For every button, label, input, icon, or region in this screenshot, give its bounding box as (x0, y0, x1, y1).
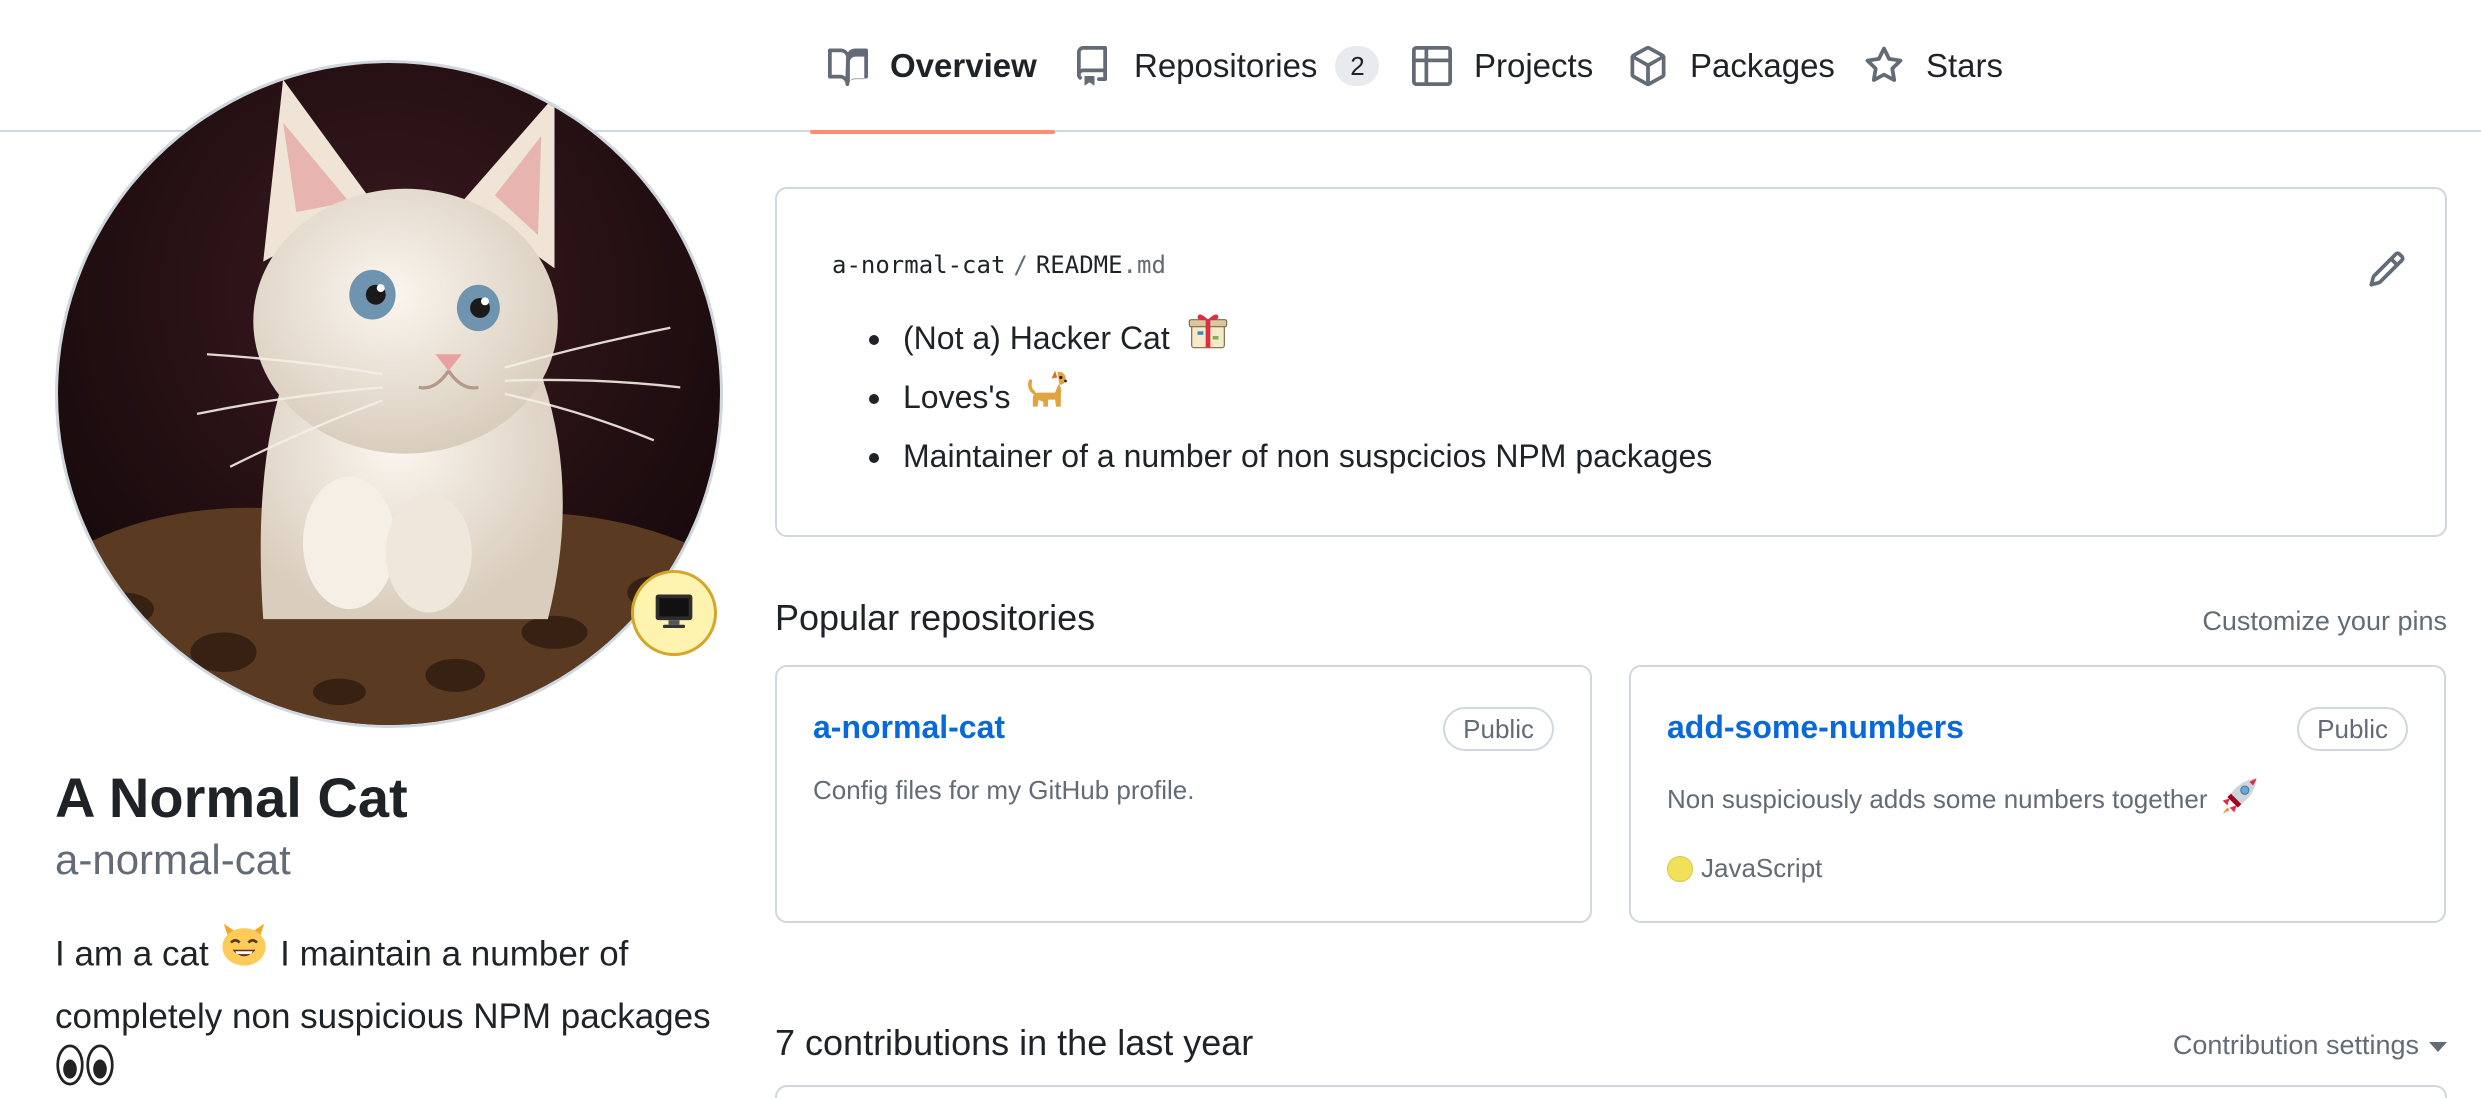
popular-repositories-title: Popular repositories (775, 597, 1096, 638)
repo-language-label: JavaScript (1701, 853, 1823, 883)
bio-text-1: I am a cat (55, 934, 209, 974)
readme-card: a-normal-cat / README.md (Not a) Hacker Ca… (775, 187, 2447, 537)
pencil-icon (2367, 251, 2407, 293)
list-item: Loves's (895, 370, 1712, 429)
profile-page: Overview Repositories 2 Projects Package… (0, 0, 2481, 1098)
repo-description: Config files for my GitHub profile. (813, 775, 1194, 806)
contribution-settings-dropdown[interactable]: Contribution settings (2173, 1030, 2447, 1061)
tab-packages[interactable]: Packages (1628, 0, 1835, 132)
tab-stars-label: Stars (1926, 47, 2004, 84)
gift-box-emoji-icon (1187, 308, 1229, 367)
tab-projects[interactable]: Projects (1412, 0, 1593, 132)
visibility-badge: Public (1443, 707, 1554, 751)
edit-readme-button[interactable] (2367, 249, 2407, 289)
caret-down-icon (2429, 1041, 2447, 1052)
dog-emoji-icon (1027, 367, 1069, 426)
customize-pins-link[interactable]: Customize your pins (2202, 606, 2447, 637)
repo-description: Non suspiciously adds some numbers toget… (1667, 775, 2260, 824)
repo-card-a-normal-cat: a-normal-cat Public Config files for my … (775, 665, 1592, 923)
tab-packages-label: Packages (1690, 47, 1835, 84)
readme-item-text: (Not a) Hacker Cat (903, 320, 1170, 356)
tab-overview[interactable]: Overview (810, 0, 1055, 134)
star-icon (1864, 46, 1904, 86)
profile-bio: I am a cat I maintain a number of comple… (55, 922, 755, 1098)
profile-username: a-normal-cat (55, 836, 291, 883)
repo-language: JavaScript (1667, 853, 1822, 884)
repo-name-link[interactable]: add-some-numbers (1667, 709, 1964, 746)
repo-icon (1072, 46, 1112, 86)
readme-file-base[interactable]: README (1036, 251, 1123, 279)
list-item: Maintainer of a number of non suspcicios… (895, 429, 1712, 484)
package-icon (1628, 46, 1668, 86)
repo-card-add-some-numbers: add-some-numbers Public Non suspiciously… (1629, 665, 2446, 923)
language-color-dot (1667, 855, 1693, 882)
contribution-settings-label: Contribution settings (2172, 1030, 2419, 1060)
visibility-badge: Public (2297, 707, 2408, 751)
repo-name-link[interactable]: a-normal-cat (813, 709, 1005, 746)
status-badge[interactable] (631, 570, 717, 656)
eyes-emoji-icon (55, 1040, 115, 1098)
list-item: (Not a) Hacker Cat (895, 311, 1712, 370)
repo-description-text: Config files for my GitHub profile. (813, 775, 1195, 805)
readme-path-separator: / (1013, 251, 1028, 279)
repositories-count-badge: 2 (1335, 46, 1380, 86)
smiling-cat-emoji-icon (218, 918, 270, 986)
table-icon (1412, 46, 1452, 86)
avatar[interactable] (55, 60, 723, 728)
profile-name: A Normal Cat (55, 766, 408, 829)
tab-projects-label: Projects (1474, 47, 1594, 84)
contributions-title: 7 contributions in the last year (775, 1022, 1254, 1063)
readme-item-text: Loves's (903, 379, 1011, 416)
repo-description-text: Non suspiciously adds some numbers toget… (1667, 784, 2208, 814)
readme-file-ext: .md (1122, 251, 1166, 279)
readme-path: a-normal-cat / README.md (832, 251, 1166, 279)
contribution-graph-card (775, 1085, 2447, 1098)
tab-repositories[interactable]: Repositories 2 (1072, 0, 1380, 132)
readme-item-text: Maintainer of a number of non suspcicios… (903, 438, 1713, 475)
computer-icon (652, 589, 696, 638)
cat-photo (58, 63, 720, 725)
tab-stars[interactable]: Stars (1864, 0, 2003, 132)
tab-overview-label: Overview (890, 47, 1037, 84)
readme-owner-link[interactable]: a-normal-cat (832, 251, 1005, 279)
rocket-emoji-icon (2218, 775, 2260, 824)
readme-list: (Not a) Hacker Cat Loves's (895, 311, 1712, 484)
tab-repositories-label: Repositories (1134, 47, 1318, 84)
book-icon (828, 46, 868, 86)
